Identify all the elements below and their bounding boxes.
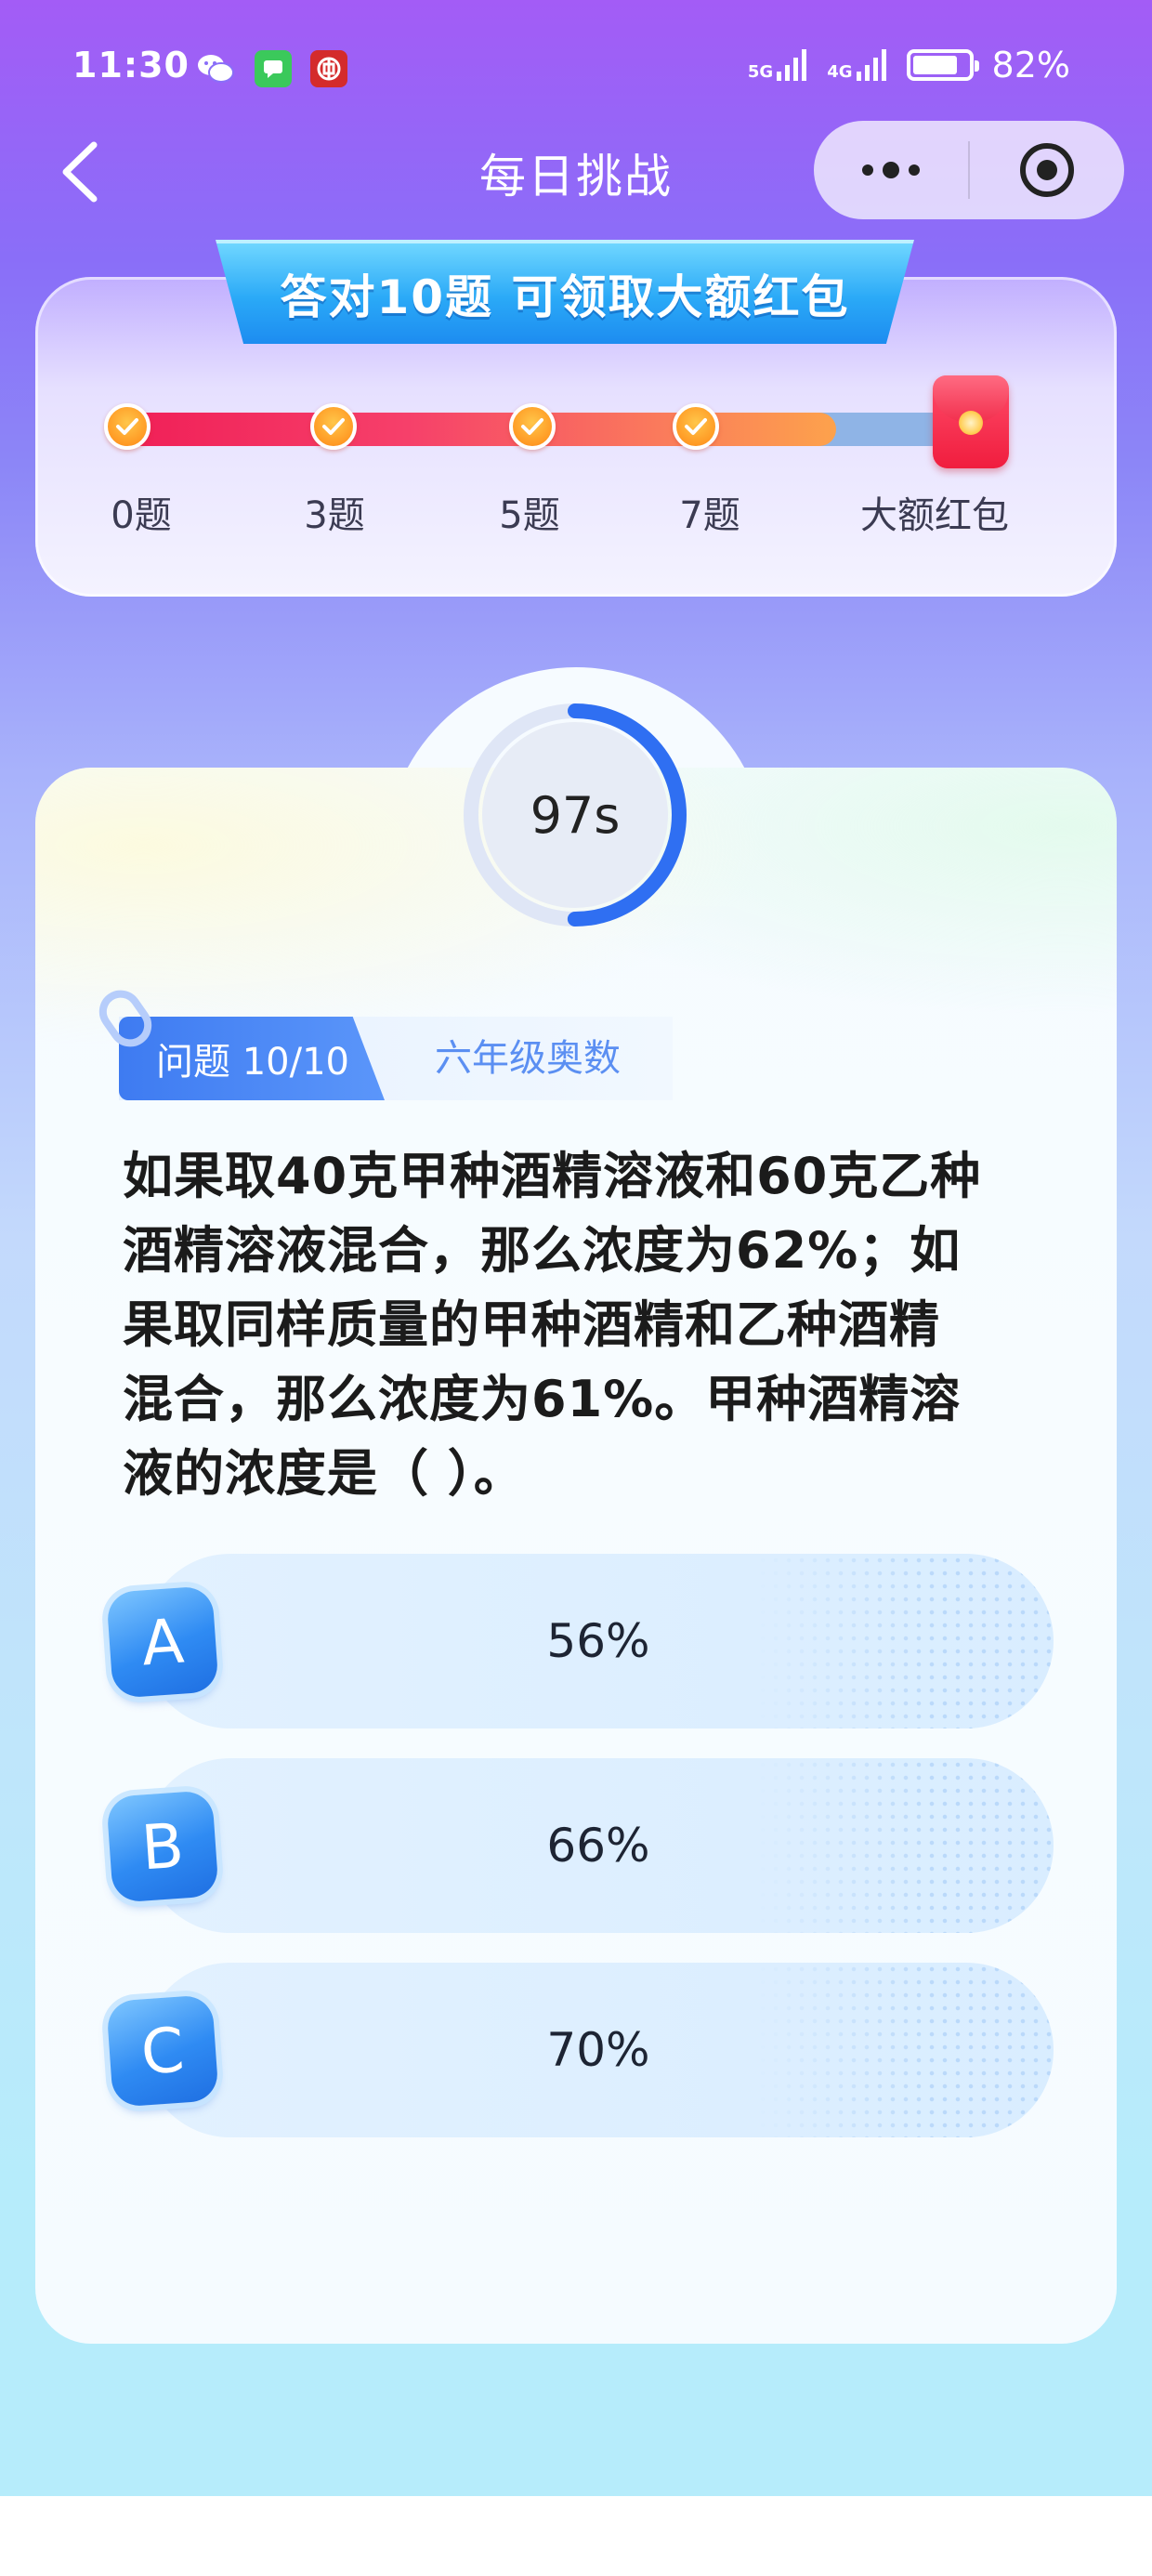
bottom-safe-area	[0, 2496, 1152, 2576]
question-header: 问题 10/10 六年级奥数	[119, 1017, 673, 1100]
wechat-icon	[197, 50, 234, 87]
question-line: 液的浓度是（ ）。	[123, 1444, 525, 1503]
option-text: 56%	[546, 1614, 650, 1668]
status-time: 11:30	[72, 45, 190, 85]
option-letter-badge[interactable]: C	[106, 1994, 219, 2108]
messages-icon	[255, 50, 292, 87]
countdown-timer-text: 97s	[530, 785, 621, 845]
more-dots-icon	[862, 162, 920, 178]
status-indicators: 5G 4G 82%	[748, 45, 1070, 85]
more-button[interactable]	[814, 121, 968, 219]
red-packet-icon	[933, 375, 1009, 468]
option-letter-badge[interactable]: A	[106, 1585, 219, 1699]
milestone-label: 7题	[679, 494, 740, 537]
reward-banner: 答对10题 可领取大额红包	[216, 240, 914, 344]
network-label-1: 5G	[747, 62, 774, 82]
question-line: 果取同样质量的甲种酒精和乙种酒精	[123, 1295, 940, 1354]
milestone-label: 3题	[304, 494, 365, 537]
battery-icon	[906, 49, 979, 81]
bank-app-icon	[310, 50, 347, 87]
option-c-button[interactable]: 70%	[143, 1963, 1054, 2137]
option-text: 70%	[546, 2023, 650, 2077]
progress-fill	[123, 413, 836, 446]
question-line: 混合，那么浓度为61%。甲种酒精溶	[123, 1370, 962, 1428]
question-line: 如果取40克甲种酒精溶液和60克乙种	[123, 1147, 982, 1205]
battery-fill	[912, 56, 958, 74]
milestone-check-icon	[673, 403, 719, 450]
option-text: 66%	[546, 1819, 650, 1873]
question-text: 如果取40克甲种酒精溶液和60克乙种 酒精溶液混合，那么浓度为62%；如 果取同…	[123, 1139, 1042, 1511]
progress-track	[123, 413, 1003, 446]
mini-program-capsule	[814, 121, 1124, 219]
question-number-tag: 问题 10/10	[119, 1017, 385, 1100]
signal-4g-icon: 4G	[827, 49, 887, 81]
milestone-check-icon	[104, 403, 151, 450]
target-circle-icon	[1020, 143, 1074, 197]
milestone-label-reward: 大额红包	[860, 494, 1009, 537]
milestone-check-icon	[310, 403, 357, 450]
milestone-label: 0题	[111, 494, 172, 537]
network-label-2: 4G	[827, 62, 853, 82]
question-category: 六年级奥数	[435, 1037, 621, 1080]
status-bar: 11:30 5G 4G 82%	[0, 0, 1152, 139]
battery-percent: 82%	[991, 45, 1070, 85]
option-a-button[interactable]: 56%	[143, 1554, 1054, 1728]
close-mini-program-button[interactable]	[970, 121, 1124, 219]
option-letter-badge[interactable]: B	[106, 1790, 219, 1903]
reward-banner-text: 答对10题 可领取大额红包	[280, 270, 850, 324]
signal-5g-icon: 5G	[748, 49, 808, 81]
question-number: 问题 10/10	[156, 1041, 349, 1084]
option-b-button[interactable]: 66%	[143, 1758, 1054, 1933]
question-line: 酒精溶液混合，那么浓度为62%；如	[123, 1221, 962, 1280]
milestone-label: 5题	[499, 494, 560, 537]
milestone-check-icon	[509, 403, 556, 450]
